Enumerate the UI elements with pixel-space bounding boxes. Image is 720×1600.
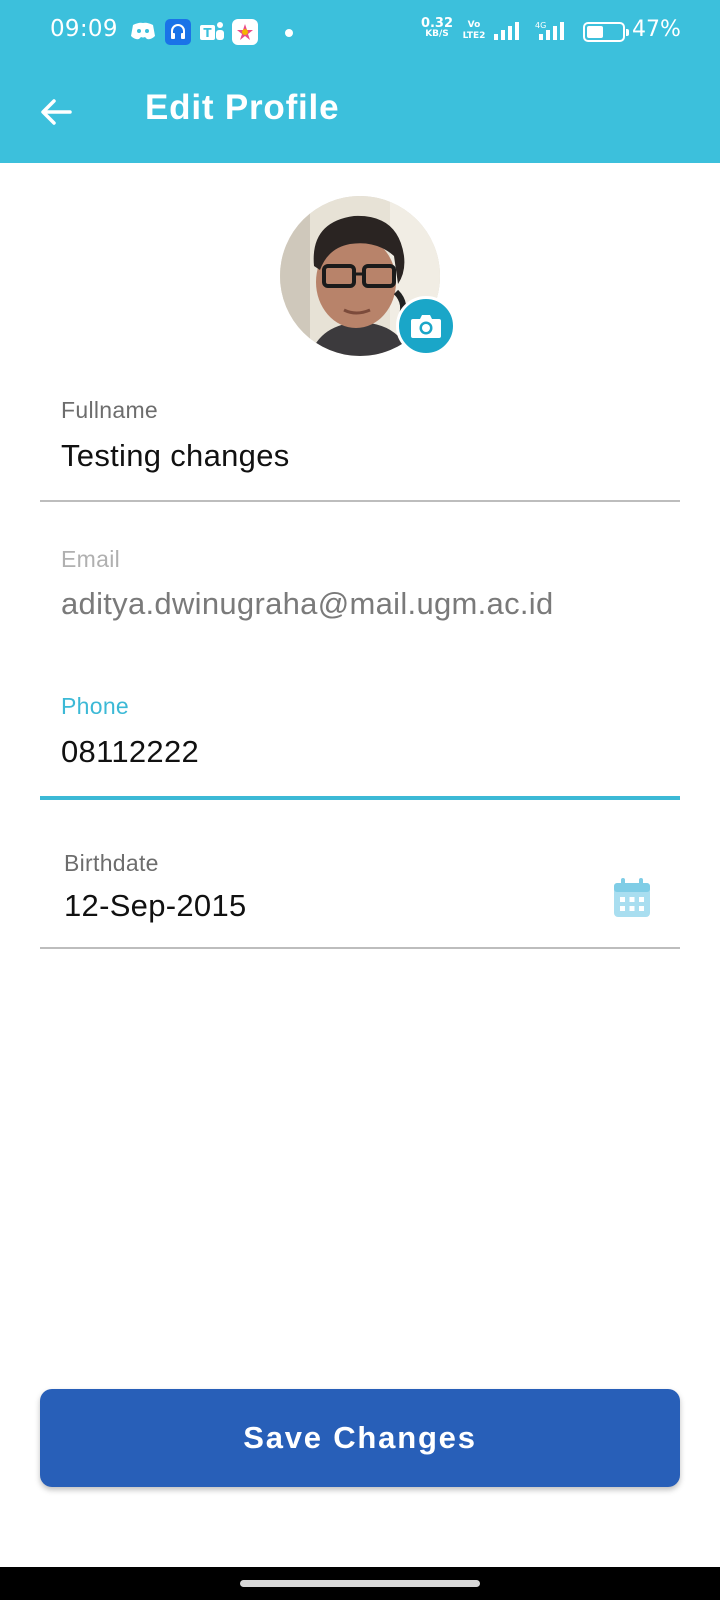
calendar-icon[interactable] xyxy=(612,877,652,919)
status-time: 09:09 xyxy=(50,16,118,42)
email-field: Email aditya.dwinugraha@mail.ugm.ac.id xyxy=(40,538,680,648)
battery-percent: 47% xyxy=(632,17,681,42)
app-bar: 09:09 T 0.32 KB/S Vo LTE2 4G 47% Edit Pr… xyxy=(0,0,720,163)
fullname-label: Fullname xyxy=(61,397,158,423)
birthdate-input[interactable]: 12-Sep-2015 xyxy=(64,888,664,924)
network-speed: 0.32 KB/S xyxy=(420,16,454,39)
more-notifications-dot xyxy=(285,29,293,37)
teams-icon: T xyxy=(199,19,225,45)
email-input: aditya.dwinugraha@mail.ugm.ac.id xyxy=(61,586,554,621)
phone-underline-focused xyxy=(40,796,680,800)
change-photo-button[interactable] xyxy=(396,296,456,356)
save-changes-button[interactable]: Save Changes xyxy=(40,1389,680,1487)
signal-strength-icon-sim1 xyxy=(493,20,523,42)
volte-indicator: Vo LTE2 xyxy=(462,20,486,41)
fullname-field[interactable]: Fullname Testing changes xyxy=(40,390,680,504)
back-arrow-icon xyxy=(41,99,72,125)
fullname-underline xyxy=(40,500,680,502)
birthdate-label: Birthdate xyxy=(64,850,159,876)
system-nav-bar xyxy=(0,1567,720,1600)
signal-strength-icon-sim2: 4G xyxy=(535,20,565,42)
phone-input[interactable]: 08112222 xyxy=(61,734,661,770)
birthdate-underline xyxy=(40,947,680,949)
back-button[interactable] xyxy=(32,88,80,136)
email-label: Email xyxy=(61,546,121,572)
svg-text:T: T xyxy=(203,26,212,40)
status-bar: 09:09 T 0.32 KB/S Vo LTE2 4G 47% xyxy=(0,0,720,64)
lte-tag: 4G xyxy=(535,21,546,30)
home-gesture-handle[interactable] xyxy=(240,1580,480,1587)
phone-field[interactable]: Phone 08112222 xyxy=(40,686,680,800)
birthdate-field[interactable]: Birthdate 12-Sep-2015 xyxy=(40,845,680,949)
headset-app-icon xyxy=(165,19,191,45)
camera-icon xyxy=(411,315,441,338)
discord-icon xyxy=(130,19,156,45)
page-title: Edit Profile xyxy=(145,88,340,127)
battery-icon xyxy=(583,22,629,42)
photos-icon xyxy=(232,19,258,45)
phone-label: Phone xyxy=(61,693,130,719)
fullname-input[interactable]: Testing changes xyxy=(61,438,661,474)
